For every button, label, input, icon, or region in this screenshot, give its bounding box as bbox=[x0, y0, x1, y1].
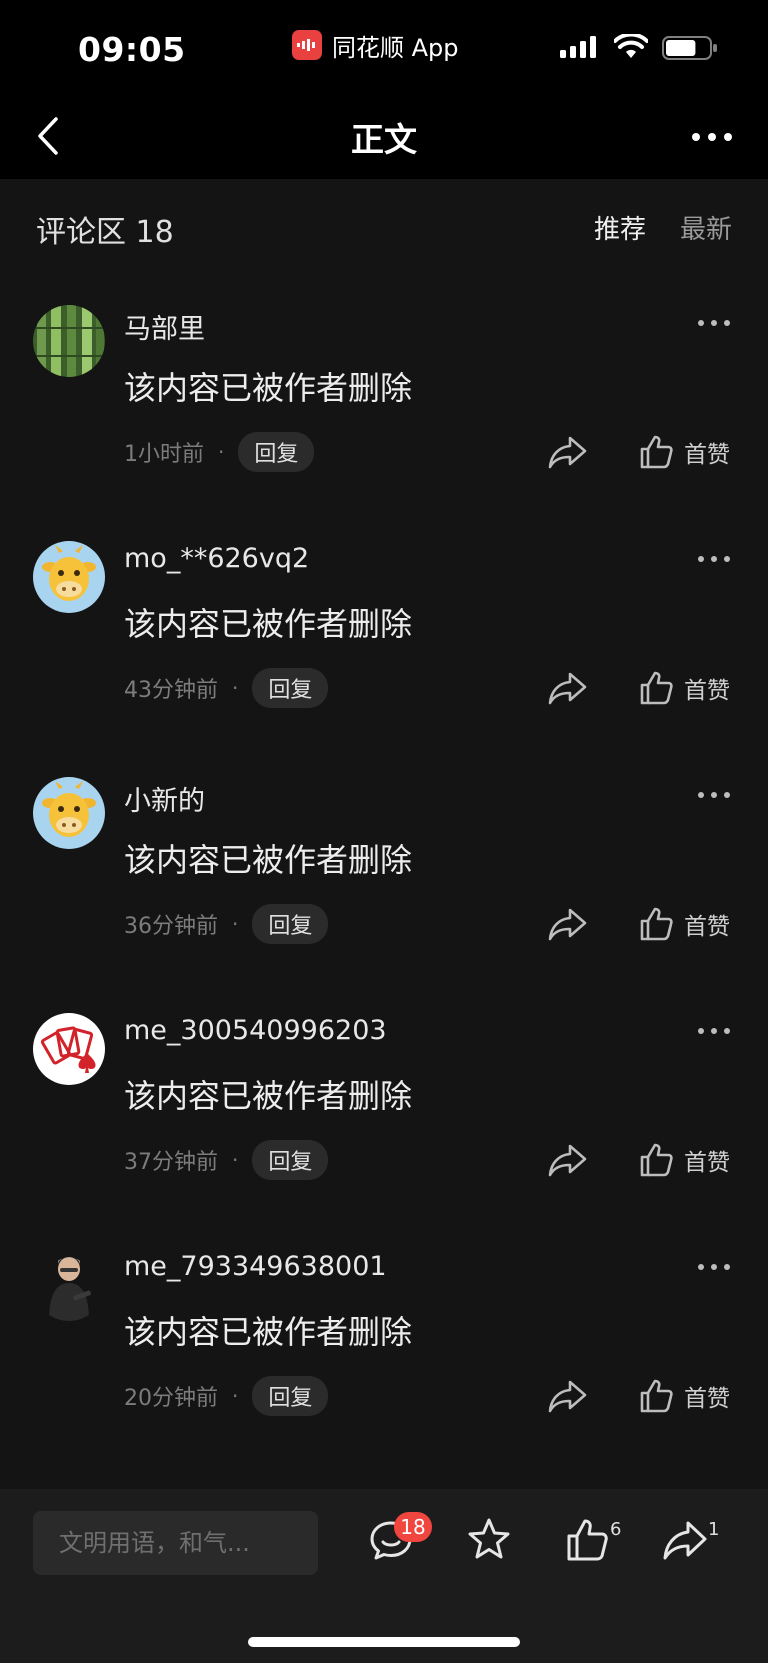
reply-button[interactable]: 回复 bbox=[238, 432, 315, 472]
like-label: 首赞 bbox=[684, 678, 730, 704]
comment-username[interactable]: me_300540996203 bbox=[124, 1015, 387, 1046]
comments-header: 评论区 18 推荐 最新 bbox=[0, 179, 768, 275]
comment-meta: 1小时前 · 回复 bbox=[124, 432, 315, 472]
app-name: 同花顺 App bbox=[332, 33, 459, 62]
wifi-icon bbox=[614, 34, 648, 58]
comment-input-box[interactable] bbox=[33, 1511, 318, 1575]
nav-bar: 正文 bbox=[0, 95, 768, 179]
comment-time: 1小时前 bbox=[124, 442, 204, 467]
comment-item: mo_**626vq2 该内容已被作者删除 43分钟前 · 回复 首赞 bbox=[0, 527, 768, 767]
comment-username[interactable]: mo_**626vq2 bbox=[124, 543, 309, 574]
meta-separator: · bbox=[232, 1148, 239, 1172]
reply-button[interactable]: 回复 bbox=[252, 1376, 329, 1416]
comment-username[interactable]: 小新的 bbox=[124, 779, 205, 818]
like-label: 首赞 bbox=[684, 442, 730, 468]
comments-section-title: 评论区 18 bbox=[36, 215, 174, 250]
comment-share-icon[interactable] bbox=[546, 905, 588, 943]
bottom-action-bar: 18 6 1 bbox=[0, 1489, 768, 1663]
avatar[interactable] bbox=[33, 1013, 105, 1085]
comment-username[interactable]: me_793349638001 bbox=[124, 1251, 387, 1282]
comment-like-button[interactable]: 首赞 bbox=[638, 667, 730, 709]
page-title: 正文 bbox=[351, 120, 417, 159]
comment-username[interactable]: 马部里 bbox=[124, 307, 205, 346]
comment-meta: 36分钟前 · 回复 bbox=[124, 904, 329, 944]
app-logo-icon bbox=[292, 30, 322, 60]
status-time: 09:05 bbox=[78, 30, 186, 69]
meta-separator: · bbox=[232, 676, 239, 700]
comment-share-icon[interactable] bbox=[546, 1377, 588, 1415]
comment-text: 该内容已被作者删除 bbox=[124, 1313, 413, 1351]
comment-share-icon[interactable] bbox=[546, 669, 588, 707]
meta-separator: · bbox=[218, 440, 225, 464]
comment-share-icon[interactable] bbox=[546, 433, 588, 471]
comment-item: me_793349638001 该内容已被作者删除 20分钟前 · 回复 首赞 bbox=[0, 1235, 768, 1475]
comment-item: 小新的该内容已被作者删除 36分钟前 · 回复 首赞 bbox=[0, 763, 768, 1003]
comment-text: 该内容已被作者删除 bbox=[124, 1077, 413, 1115]
comments-content: 评论区 18 推荐 最新 马部里 该内容已被作者删除 1小时前 · 回复 首赞 mo_**6… bbox=[0, 179, 768, 1489]
comment-like-icon bbox=[640, 907, 673, 941]
reply-button[interactable]: 回复 bbox=[252, 1140, 329, 1180]
comment-time: 36分钟前 bbox=[124, 914, 218, 939]
comment-text: 该内容已被作者删除 bbox=[124, 841, 413, 879]
thumb-up-icon[interactable] bbox=[562, 1515, 612, 1565]
sort-latest-tab[interactable]: 最新 bbox=[680, 209, 732, 246]
comment-like-icon bbox=[640, 435, 673, 469]
comment-time: 37分钟前 bbox=[124, 1150, 218, 1175]
share-arrow-icon[interactable] bbox=[660, 1515, 710, 1565]
status-bar: 09:05 同花顺 App bbox=[0, 0, 768, 95]
comment-like-button[interactable]: 首赞 bbox=[638, 1375, 730, 1417]
battery-icon bbox=[662, 36, 717, 60]
avatar[interactable] bbox=[33, 541, 105, 613]
comment-like-icon bbox=[640, 671, 673, 705]
like-count: 6 bbox=[610, 1519, 622, 1540]
comment-text: 该内容已被作者删除 bbox=[124, 605, 413, 643]
sort-recommend-tab[interactable]: 推荐 bbox=[594, 209, 646, 246]
more-options-icon[interactable] bbox=[690, 125, 734, 149]
like-label: 首赞 bbox=[684, 914, 730, 940]
comment-more-icon[interactable] bbox=[696, 787, 732, 803]
comment-share-icon[interactable] bbox=[546, 1141, 588, 1179]
comment-meta: 37分钟前 · 回复 bbox=[124, 1140, 329, 1180]
avatar[interactable] bbox=[33, 777, 105, 849]
star-favorite-icon[interactable] bbox=[464, 1515, 514, 1565]
return-to-app-pill[interactable]: 同花顺 App bbox=[292, 28, 459, 62]
comment-more-icon[interactable] bbox=[696, 551, 732, 567]
comment-meta: 43分钟前 · 回复 bbox=[124, 668, 329, 708]
comment-meta: 20分钟前 · 回复 bbox=[124, 1376, 329, 1416]
comment-like-button[interactable]: 首赞 bbox=[638, 903, 730, 945]
meta-separator: · bbox=[232, 912, 239, 936]
home-indicator bbox=[248, 1637, 520, 1647]
comment-item: me_300540996203 该内容已被作者删除 37分钟前 · 回复 首赞 bbox=[0, 999, 768, 1239]
comment-input[interactable] bbox=[59, 1529, 299, 1557]
reply-button[interactable]: 回复 bbox=[252, 668, 329, 708]
reply-button[interactable]: 回复 bbox=[252, 904, 329, 944]
comment-text: 该内容已被作者删除 bbox=[124, 369, 413, 407]
comment-time: 20分钟前 bbox=[124, 1386, 218, 1411]
comment-time: 43分钟前 bbox=[124, 678, 218, 703]
like-label: 首赞 bbox=[684, 1150, 730, 1176]
comment-like-button[interactable]: 首赞 bbox=[638, 431, 730, 473]
like-label: 首赞 bbox=[684, 1386, 730, 1412]
comment-more-icon[interactable] bbox=[696, 1023, 732, 1039]
cellular-signal-icon bbox=[560, 36, 596, 58]
share-count: 1 bbox=[708, 1519, 720, 1540]
comment-more-icon[interactable] bbox=[696, 315, 732, 331]
comment-like-icon bbox=[640, 1379, 673, 1413]
comment-more-icon[interactable] bbox=[696, 1259, 732, 1275]
comment-item: 马部里该内容已被作者删除 1小时前 · 回复 首赞 bbox=[0, 291, 768, 531]
avatar[interactable] bbox=[33, 1249, 105, 1321]
meta-separator: · bbox=[232, 1384, 239, 1408]
comment-like-button[interactable]: 首赞 bbox=[638, 1139, 730, 1181]
comment-count-badge: 18 bbox=[394, 1512, 432, 1542]
comment-like-icon bbox=[640, 1143, 673, 1177]
avatar[interactable] bbox=[33, 305, 105, 377]
